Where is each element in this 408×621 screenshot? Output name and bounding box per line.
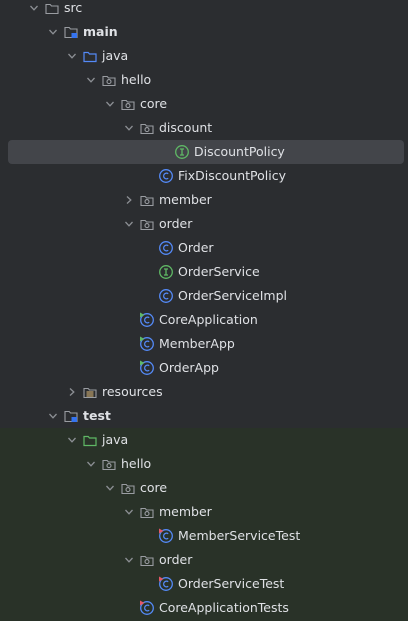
package-icon (139, 504, 155, 520)
tree-node-core-application-tests[interactable]: CoreApplicationTests (0, 596, 408, 620)
tree-node-label: CoreApplication (159, 312, 258, 327)
chevron-down-icon[interactable] (121, 120, 137, 136)
tree-node-label: OrderServiceTest (178, 576, 285, 591)
chevron-down-icon[interactable] (45, 408, 61, 424)
project-tree: src main java hello core discount Discou… (0, 0, 408, 620)
tree-node-discount[interactable]: discount (0, 116, 408, 140)
package-icon (120, 480, 136, 496)
tree-node-test[interactable]: test (0, 404, 408, 428)
tree-node-label: core (140, 480, 168, 495)
package-icon (120, 96, 136, 112)
chevron-down-icon[interactable] (121, 504, 137, 520)
class-icon (158, 288, 174, 304)
tree-node-order-class[interactable]: Order (0, 236, 408, 260)
package-icon (139, 552, 155, 568)
chevron-down-icon[interactable] (121, 552, 137, 568)
test-class-icon (139, 600, 155, 616)
interface-icon (174, 144, 190, 160)
tree-node-label: discount (159, 120, 213, 135)
chevron-down-icon[interactable] (102, 96, 118, 112)
tree-node-label: hello (121, 72, 152, 87)
tree-node-label: main (83, 24, 118, 39)
tree-node-src[interactable]: src (0, 0, 408, 20)
class-icon (158, 168, 174, 184)
package-icon (101, 456, 117, 472)
folder-icon (44, 0, 60, 16)
tree-node-label: resources (102, 384, 163, 399)
package-icon (101, 72, 117, 88)
chevron-right-icon[interactable] (64, 384, 80, 400)
tree-node-label: test (83, 408, 111, 423)
tree-node-test-core[interactable]: core (0, 476, 408, 500)
resources-folder-icon (82, 384, 98, 400)
runnable-class-icon (139, 360, 155, 376)
tree-node-main[interactable]: main (0, 20, 408, 44)
tree-node-discount-policy[interactable]: DiscountPolicy (8, 140, 404, 164)
tree-node-test-member[interactable]: member (0, 500, 408, 524)
chevron-right-icon[interactable] (121, 192, 137, 208)
tree-node-order-service[interactable]: OrderService (0, 260, 408, 284)
tree-node-order[interactable]: order (0, 212, 408, 236)
chevron-down-icon[interactable] (45, 24, 61, 40)
chevron-down-icon[interactable] (121, 216, 137, 232)
test-class-icon (158, 576, 174, 592)
tree-node-core-application[interactable]: CoreApplication (0, 308, 408, 332)
tree-node-main-hello[interactable]: hello (0, 68, 408, 92)
module-folder-icon (63, 24, 79, 40)
tree-node-main-java[interactable]: java (0, 44, 408, 68)
source-root-folder-icon (82, 48, 98, 64)
tree-node-label: OrderService (178, 264, 260, 279)
tree-node-label: member (159, 192, 212, 207)
tree-node-label: DiscountPolicy (194, 144, 285, 159)
tree-node-label: java (102, 432, 129, 447)
tree-node-fix-discount-policy[interactable]: FixDiscountPolicy (0, 164, 408, 188)
tree-node-member[interactable]: member (0, 188, 408, 212)
tree-node-label: java (102, 48, 129, 63)
tree-node-label: order (159, 216, 193, 231)
package-icon (139, 192, 155, 208)
tree-node-label: MemberApp (159, 336, 235, 351)
runnable-class-icon (139, 336, 155, 352)
tree-node-member-service-test[interactable]: MemberServiceTest (0, 524, 408, 548)
tree-node-label: member (159, 504, 212, 519)
tree-node-test-hello[interactable]: hello (0, 452, 408, 476)
tree-node-label: MemberServiceTest (178, 528, 301, 543)
chevron-down-icon[interactable] (64, 432, 80, 448)
tree-node-test-order[interactable]: order (0, 548, 408, 572)
chevron-down-icon[interactable] (83, 456, 99, 472)
chevron-down-icon[interactable] (102, 480, 118, 496)
package-icon (139, 216, 155, 232)
tree-node-member-app[interactable]: MemberApp (0, 332, 408, 356)
tree-node-order-service-test[interactable]: OrderServiceTest (0, 572, 408, 596)
tree-node-label: FixDiscountPolicy (178, 168, 286, 183)
chevron-down-icon[interactable] (64, 48, 80, 64)
module-folder-icon (63, 408, 79, 424)
tree-node-label: OrderApp (159, 360, 219, 375)
tree-node-label: CoreApplicationTests (159, 600, 289, 615)
chevron-down-icon[interactable] (26, 0, 42, 16)
tree-node-test-java[interactable]: java (0, 428, 408, 452)
tree-node-main-core[interactable]: core (0, 92, 408, 116)
tree-node-order-app[interactable]: OrderApp (0, 356, 408, 380)
chevron-down-icon[interactable] (83, 72, 99, 88)
package-icon (139, 120, 155, 136)
tree-node-resources[interactable]: resources (0, 380, 408, 404)
tree-node-label: src (64, 0, 83, 15)
interface-icon (158, 264, 174, 280)
class-icon (158, 240, 174, 256)
tree-node-order-service-impl[interactable]: OrderServiceImpl (0, 284, 408, 308)
tree-node-label: OrderServiceImpl (178, 288, 287, 303)
tree-node-label: core (140, 96, 168, 111)
tree-node-label: order (159, 552, 193, 567)
test-class-icon (158, 528, 174, 544)
tree-node-label: hello (121, 456, 152, 471)
runnable-class-icon (139, 312, 155, 328)
test-root-folder-icon (82, 432, 98, 448)
tree-node-label: Order (178, 240, 214, 255)
